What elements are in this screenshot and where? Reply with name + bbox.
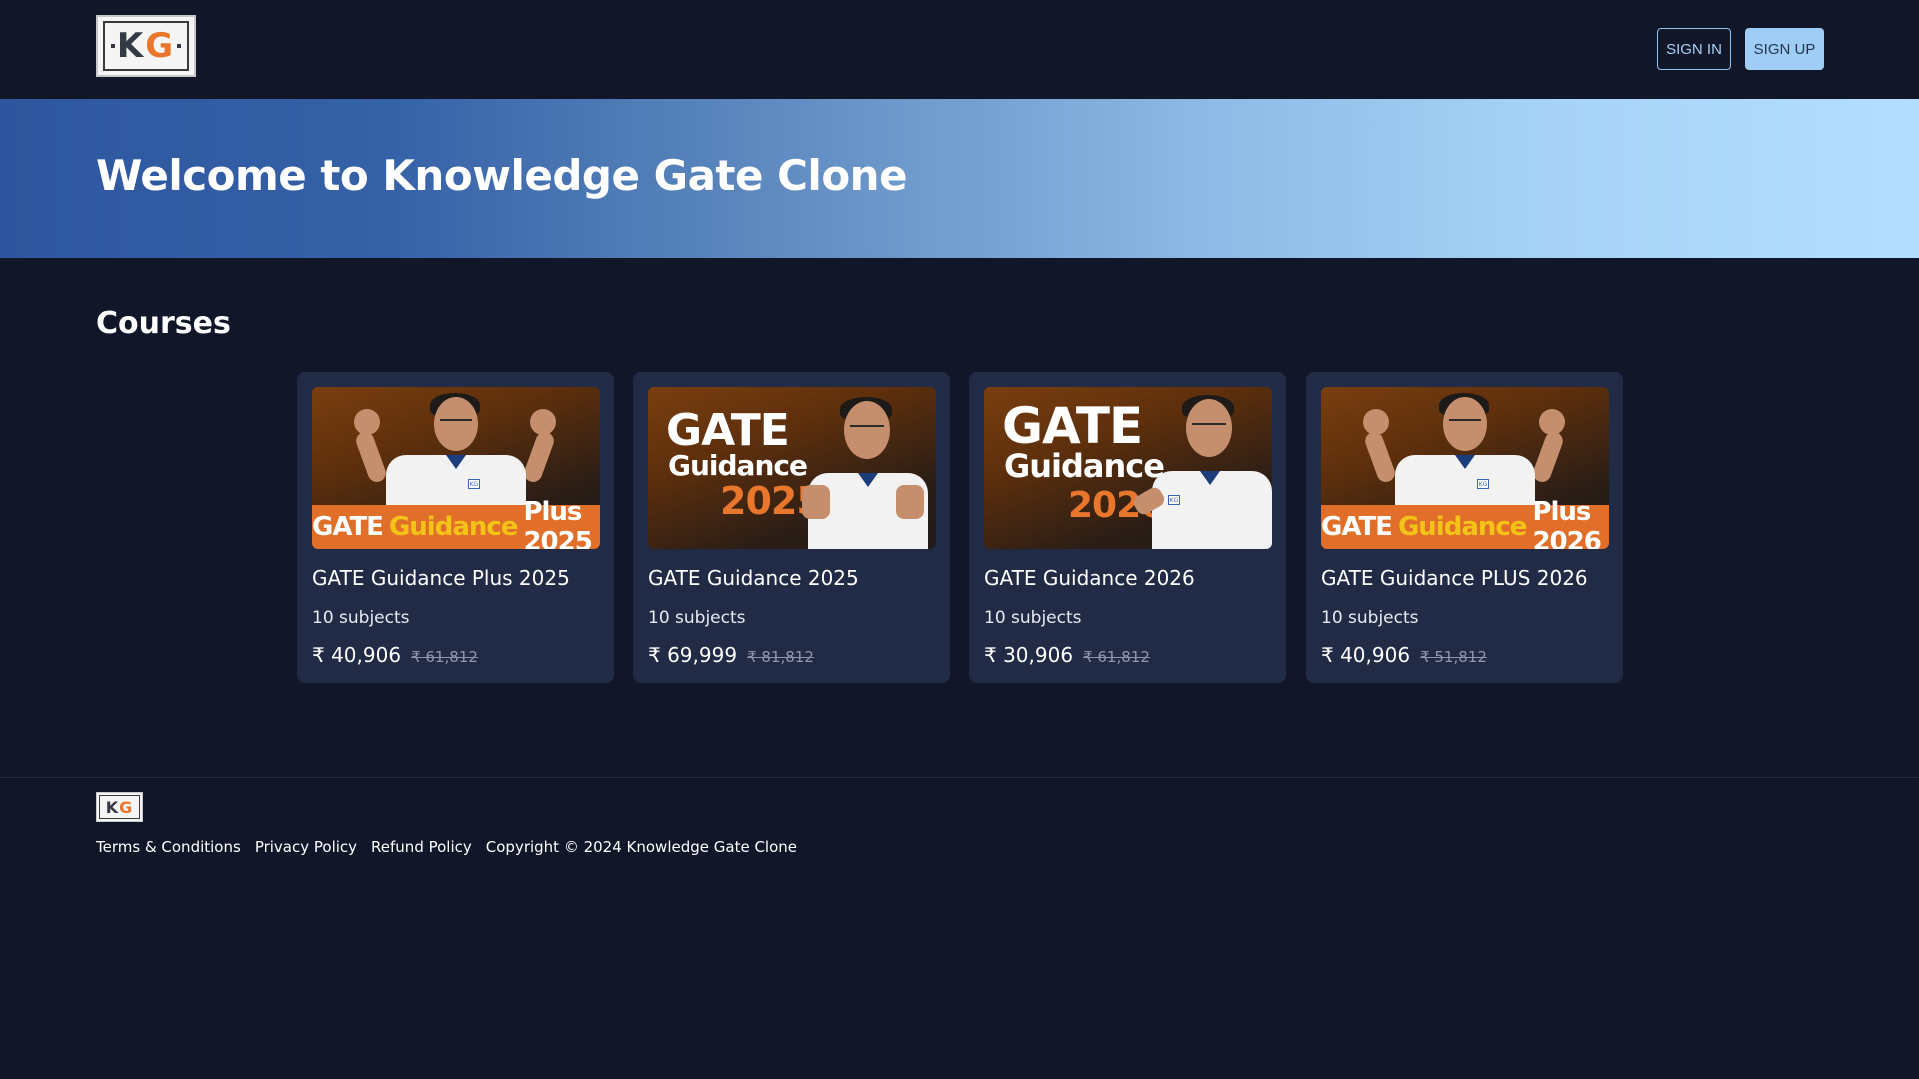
course-original-price: ₹ 61,812 [1083,648,1150,666]
course-subjects: 10 subjects [1321,608,1419,628]
logo-letter-k: K [116,26,146,66]
thumb-word-gate: GATE [1321,512,1393,542]
thumb-word-guidance: Guidance [388,512,518,542]
refund-policy-link[interactable]: Refund Policy [371,838,472,856]
course-subjects: 10 subjects [648,608,746,628]
instructor-image: KG [1321,387,1609,507]
footer-divider [0,777,1919,778]
course-price: ₹ 40,906 [1321,643,1411,667]
hero-title: Welcome to Knowledge Gate Clone [96,151,908,200]
footer-logo[interactable]: K G [96,792,143,822]
footer-logo-frame: K G [99,795,140,819]
course-thumbnail: GATE Guidance 2026 KG [984,387,1272,549]
footer-links: Terms & Conditions Privacy Policy Refund… [96,838,797,856]
course-original-price: ₹ 81,812 [747,648,814,666]
course-price: ₹ 69,999 [648,643,738,667]
course-thumbnail: GATE Guidance 2025 [648,387,936,549]
courses-heading: Courses [96,306,231,341]
course-card[interactable]: GATE Guidance 2025 GATE Guidance 2025 10… [633,372,950,683]
thumb-word-edition: Plus 2025 [523,497,592,549]
instructor-image: KG [312,387,600,507]
course-card[interactable]: KG GATE Guidance Plus 2025 GATE Guidance… [297,372,614,683]
brand-logo[interactable]: K G [96,15,196,77]
price-row: ₹ 40,906 ₹ 61,812 [312,643,478,667]
thumb-word-edition: Plus 2026 [1532,497,1601,549]
thumb-word-guidance: Guidance [1397,512,1527,542]
course-card[interactable]: GATE Guidance 2026 KG GATE Guidance 2026… [969,372,1286,683]
course-price: ₹ 30,906 [984,643,1074,667]
course-subjects: 10 subjects [984,608,1082,628]
footer-logo-letter-g: G [119,797,134,817]
course-card[interactable]: KG GATE Guidance Plus 2026 GATE Guidance… [1306,372,1623,683]
course-title[interactable]: GATE Guidance 2025 [648,566,859,590]
thumb-word-guidance: Guidance [668,449,808,482]
hero-banner: Welcome to Knowledge Gate Clone [0,99,1919,258]
instructor-image [788,387,936,549]
logo-dot-left [111,44,115,48]
price-row: ₹ 69,999 ₹ 81,812 [648,643,814,667]
footer-logo-letter-k: K [105,797,120,817]
sign-up-button[interactable]: SIGN UP [1745,28,1824,70]
course-price: ₹ 40,906 [312,643,402,667]
copyright-text: Copyright © 2024 Knowledge Gate Clone [485,838,798,856]
price-row: ₹ 40,906 ₹ 51,812 [1321,643,1487,667]
course-subjects: 10 subjects [312,608,410,628]
course-original-price: ₹ 61,812 [411,648,478,666]
terms-link[interactable]: Terms & Conditions [96,838,241,856]
course-thumbnail: KG GATE Guidance Plus 2026 [1321,387,1609,549]
instructor-image: KG [1131,387,1272,549]
thumbnail-banner: GATE Guidance Plus 2025 [312,497,600,549]
course-title[interactable]: GATE Guidance PLUS 2026 [1321,566,1588,590]
privacy-policy-link[interactable]: Privacy Policy [255,838,357,856]
course-title[interactable]: GATE Guidance Plus 2025 [312,566,570,590]
course-title[interactable]: GATE Guidance 2026 [984,566,1195,590]
sign-in-button[interactable]: SIGN IN [1657,28,1731,70]
course-original-price: ₹ 51,812 [1420,648,1487,666]
logo-letter-g: G [145,26,176,66]
price-row: ₹ 30,906 ₹ 61,812 [984,643,1150,667]
course-thumbnail: KG GATE Guidance Plus 2025 [312,387,600,549]
thumbnail-banner: GATE Guidance Plus 2026 [1321,497,1609,549]
top-navbar: K G SIGN IN SIGN UP [0,0,1919,99]
logo-dot-right [177,44,181,48]
logo-frame: K G [103,21,189,71]
thumb-word-gate: GATE [312,512,384,542]
